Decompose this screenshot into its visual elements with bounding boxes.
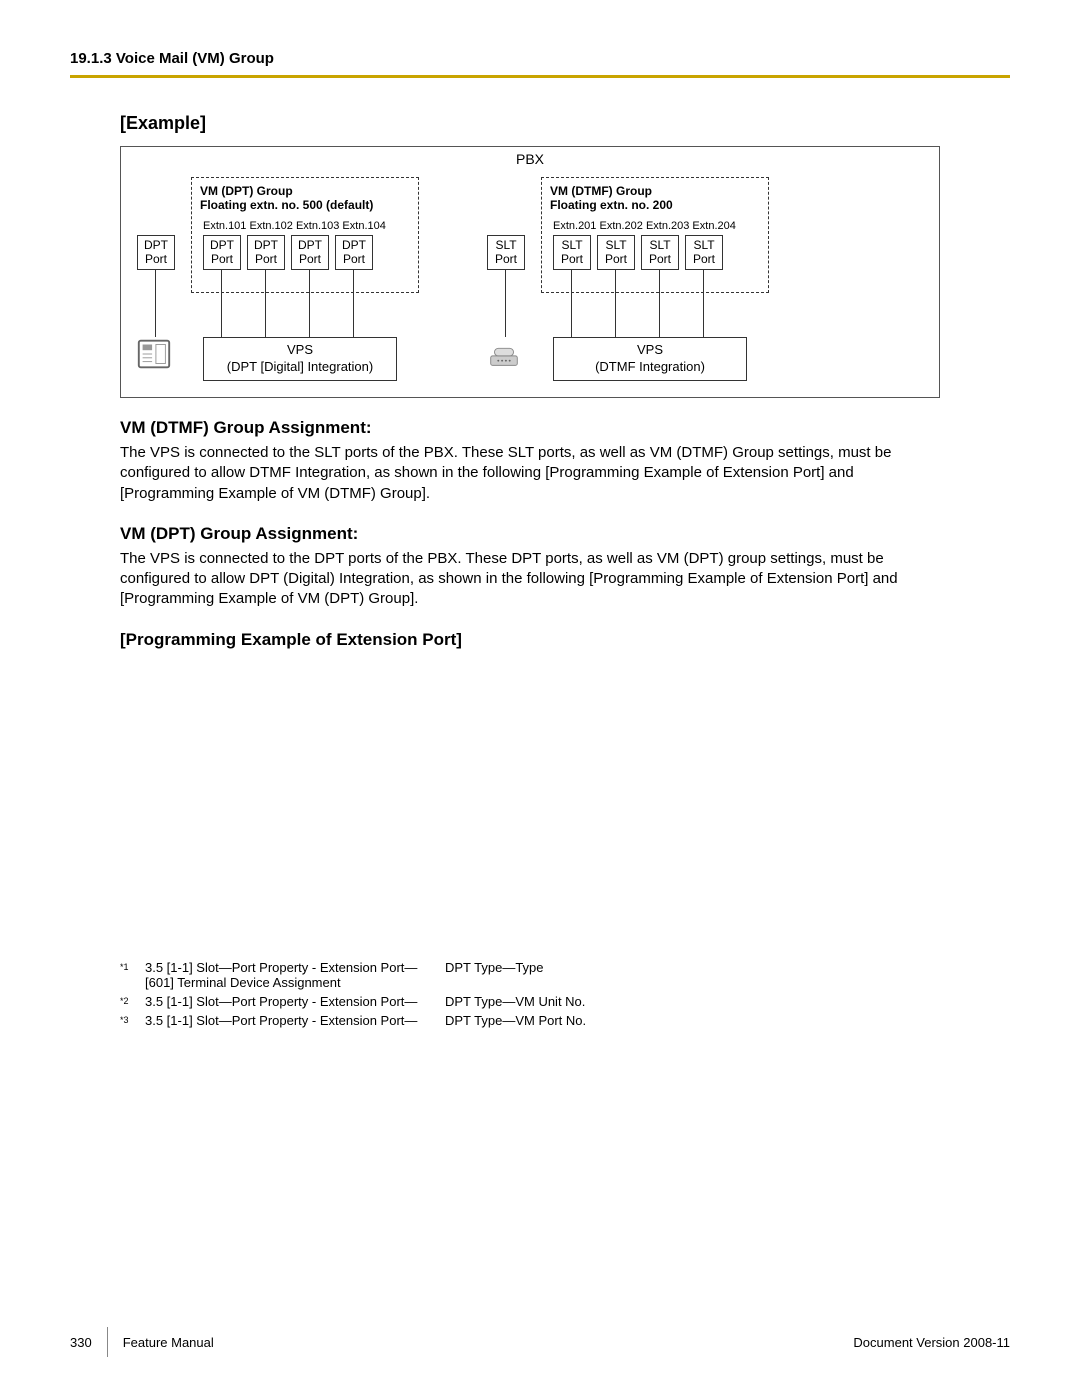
- footer-divider: [107, 1327, 108, 1357]
- footer: 330 Feature Manual Document Version 2008…: [70, 1327, 1010, 1357]
- line: [265, 269, 266, 337]
- footnote-row: *2 3.5 [1-1] Slot—Port Property - Extens…: [120, 994, 940, 1009]
- phone-icon: [135, 335, 173, 373]
- line: [615, 269, 616, 337]
- footnote-left: 3.5 [1-1] Slot—Port Property - Extension…: [145, 960, 445, 990]
- footer-doc-version: Document Version 2008-11: [853, 1335, 1010, 1350]
- section-number: 19.1.3: [70, 50, 112, 67]
- vm-dpt-group-title: VM (DPT) Group: [200, 184, 293, 198]
- pbx-diagram: PBX VM (DPT) Group Floating extn. no. 50…: [120, 146, 940, 398]
- slt-port-2: SLTPort: [597, 235, 635, 270]
- line: [309, 269, 310, 337]
- slt-port-outside: SLTPort: [487, 235, 525, 270]
- footnote-right: DPT Type—Type: [445, 960, 940, 975]
- footnote-right: DPT Type—VM Port No.: [445, 1013, 940, 1028]
- section-title: Voice Mail (VM) Group: [116, 50, 274, 67]
- line: [703, 269, 704, 337]
- footnote-right: DPT Type—VM Unit No.: [445, 994, 940, 1009]
- dpt-port-3: DPTPort: [291, 235, 329, 270]
- dpt-extn-labels: Extn.101 Extn.102 Extn.103 Extn.104: [203, 220, 386, 232]
- dpt-port-1: DPTPort: [203, 235, 241, 270]
- slt-port-1: SLTPort: [553, 235, 591, 270]
- vm-dtmf-group-title: VM (DTMF) Group: [550, 184, 652, 198]
- para-dpt: The VPS is connected to the DPT ports of…: [120, 549, 940, 610]
- dpt-port-2: DPTPort: [247, 235, 285, 270]
- vps-dtmf-box: VPS (DTMF Integration): [553, 337, 747, 381]
- dpt-port-outside: DPT Port: [137, 235, 175, 270]
- footnote-left: 3.5 [1-1] Slot—Port Property - Extension…: [145, 994, 445, 1009]
- heading-example: [Example]: [120, 113, 940, 134]
- header-rule: [70, 75, 1010, 78]
- footnote-sup: *2: [120, 994, 145, 1006]
- pbx-label: PBX: [121, 151, 939, 167]
- footnotes: *1 3.5 [1-1] Slot—Port Property - Extens…: [120, 960, 940, 1028]
- vm-dtmf-group-sub: Floating extn. no. 200: [550, 198, 760, 212]
- heading-dtmf-assign: VM (DTMF) Group Assignment:: [120, 418, 940, 438]
- section-header: 19.1.3 Voice Mail (VM) Group: [70, 50, 1010, 67]
- phone-icon: [485, 335, 523, 373]
- line: [571, 269, 572, 337]
- footnote-row: *3 3.5 [1-1] Slot—Port Property - Extens…: [120, 1013, 940, 1028]
- line: [155, 269, 156, 337]
- line: [659, 269, 660, 337]
- footnote-sup: *3: [120, 1013, 145, 1025]
- heading-dpt-assign: VM (DPT) Group Assignment:: [120, 524, 940, 544]
- dtmf-extn-labels: Extn.201 Extn.202 Extn.203 Extn.204: [553, 220, 736, 232]
- footnote-left: 3.5 [1-1] Slot—Port Property - Extension…: [145, 1013, 445, 1028]
- line: [505, 269, 506, 337]
- slt-port-3: SLTPort: [641, 235, 679, 270]
- vps-dpt-box: VPS (DPT [Digital] Integration): [203, 337, 397, 381]
- slt-port-4: SLTPort: [685, 235, 723, 270]
- footnote-sup: *1: [120, 960, 145, 972]
- footnote-row: *1 3.5 [1-1] Slot—Port Property - Extens…: [120, 960, 940, 990]
- line: [353, 269, 354, 337]
- dpt-port-4: DPTPort: [335, 235, 373, 270]
- vm-dpt-group-sub: Floating extn. no. 500 (default): [200, 198, 410, 212]
- page-number: 330: [70, 1335, 107, 1350]
- line: [221, 269, 222, 337]
- footer-doc-title: Feature Manual: [123, 1335, 214, 1350]
- para-dtmf: The VPS is connected to the SLT ports of…: [120, 443, 940, 504]
- heading-prog-example: [Programming Example of Extension Port]: [120, 630, 940, 650]
